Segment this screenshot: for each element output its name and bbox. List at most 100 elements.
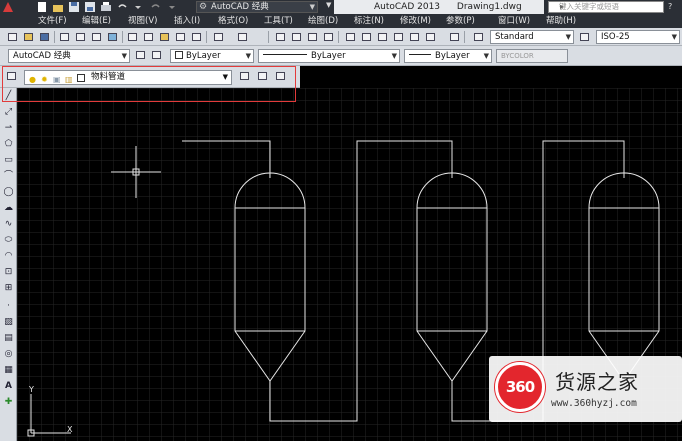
chevron-down-icon: ▼ xyxy=(309,3,315,11)
polyline-icon[interactable]: ⇀ xyxy=(2,122,15,134)
polygon-icon[interactable]: ⬠ xyxy=(2,138,15,150)
plot-preview-icon[interactable] xyxy=(74,31,87,43)
workspace-settings-icon[interactable] xyxy=(134,49,147,61)
publish-icon[interactable] xyxy=(90,31,103,43)
point-icon[interactable]: · xyxy=(2,300,15,312)
zoom-realtime-icon[interactable] xyxy=(290,31,303,43)
menu-draw[interactable]: 绘图(D) xyxy=(308,14,338,28)
paste-icon[interactable] xyxy=(158,31,171,43)
save-icon[interactable] xyxy=(68,1,80,13)
color-select[interactable]: ByLayer ▼ xyxy=(170,49,254,63)
gradient-icon[interactable]: ▤ xyxy=(2,332,15,344)
menu-dimension[interactable]: 标注(N) xyxy=(354,14,384,28)
dimension-style-icon[interactable] xyxy=(578,31,591,43)
undo-dropdown-icon[interactable] xyxy=(132,1,144,13)
save-as-icon[interactable] xyxy=(84,1,96,13)
window-title: AutoCAD 2013 Drawing1.dwg xyxy=(334,0,544,14)
help-icon[interactable]: ? xyxy=(668,2,678,12)
menu-insert[interactable]: 插入(I) xyxy=(174,14,200,28)
toolbar-separator xyxy=(464,31,465,43)
copy-icon[interactable] xyxy=(142,31,155,43)
sheet-set-icon[interactable] xyxy=(392,31,405,43)
menu-modify[interactable]: 修改(M) xyxy=(400,14,431,28)
chevron-down-icon: ▼ xyxy=(245,52,251,60)
ucs-x-label: X xyxy=(67,425,73,434)
properties-icon[interactable] xyxy=(344,31,357,43)
ellipse-arc-icon[interactable]: ◠ xyxy=(2,250,15,262)
undo-icon[interactable] xyxy=(212,31,225,43)
arc-icon[interactable]: ⌒ xyxy=(2,170,15,182)
toolbar-separator xyxy=(206,31,207,43)
workspace-select[interactable]: AutoCAD 经典 ▼ xyxy=(8,49,130,63)
workspace-label: AutoCAD 经典 xyxy=(211,2,269,12)
gear-icon: ⚙ xyxy=(199,2,208,12)
quick-calc-icon[interactable] xyxy=(424,31,437,43)
revcloud-icon[interactable]: ☁ xyxy=(2,202,15,214)
help-icon[interactable] xyxy=(448,31,461,43)
dimension-style-select[interactable]: ISO-25 ▼ xyxy=(596,30,680,44)
insert-block-icon[interactable]: ⊡ xyxy=(2,266,15,278)
spline-icon[interactable]: ∿ xyxy=(2,218,15,230)
3d-dwf-icon[interactable] xyxy=(106,31,119,43)
markup-icon[interactable] xyxy=(408,31,421,43)
menu-help[interactable]: 帮助(H) xyxy=(546,14,576,28)
table-icon[interactable]: ▦ xyxy=(2,364,15,376)
search-input[interactable]: ▸ 键入关键字或短语 xyxy=(548,1,664,13)
menu-view[interactable]: 视图(V) xyxy=(128,14,157,28)
hatch-icon[interactable]: ▨ xyxy=(2,316,15,328)
cut-icon[interactable] xyxy=(126,31,139,43)
menu-window[interactable]: 窗口(W) xyxy=(498,14,530,28)
rectangle-icon[interactable]: ▭ xyxy=(2,154,15,166)
annotation-highlight-box xyxy=(2,66,296,102)
lineweight-select[interactable]: ByLayer ▼ xyxy=(404,49,492,63)
toolbar-separator xyxy=(268,31,269,43)
design-center-icon[interactable] xyxy=(360,31,373,43)
region-icon[interactable]: ◎ xyxy=(2,348,15,360)
multiline-text-icon[interactable]: A xyxy=(2,380,15,392)
new-icon[interactable] xyxy=(6,31,19,43)
plot-icon[interactable] xyxy=(100,1,112,13)
save-icon[interactable] xyxy=(38,31,51,43)
undo-icon[interactable] xyxy=(116,1,128,13)
match-properties-icon[interactable] xyxy=(174,31,187,43)
menu-format[interactable]: 格式(O) xyxy=(218,14,248,28)
block-editor-icon[interactable] xyxy=(190,31,203,43)
redo-dropdown-icon[interactable] xyxy=(166,1,178,13)
zoom-window-icon[interactable] xyxy=(306,31,319,43)
redo-icon[interactable] xyxy=(150,1,162,13)
linetype-preview xyxy=(263,54,307,55)
quick-access-customize-icon[interactable]: ▼ xyxy=(326,1,331,9)
text-style-select[interactable]: Standard ▼ xyxy=(490,30,574,44)
open-icon[interactable] xyxy=(52,1,64,13)
brand-logo-text: 360 xyxy=(505,378,535,396)
app-name: AutoCAD 2013 xyxy=(374,2,441,12)
menu-parametric[interactable]: 参数(P) xyxy=(446,14,475,28)
pan-icon[interactable] xyxy=(274,31,287,43)
plot-icon[interactable] xyxy=(58,31,71,43)
menu-tools[interactable]: 工具(T) xyxy=(264,14,293,28)
chevron-down-icon: ▼ xyxy=(565,33,571,41)
toolbar-separator xyxy=(122,31,123,43)
redo-icon[interactable] xyxy=(236,31,249,43)
zoom-previous-icon[interactable] xyxy=(322,31,335,43)
new-icon[interactable] xyxy=(36,1,48,13)
open-icon[interactable] xyxy=(22,31,35,43)
construction-line-icon[interactable]: ⤢ xyxy=(2,106,15,118)
lineweight-value: ByLayer xyxy=(435,51,470,61)
brand-url: www.360hyzj.com xyxy=(551,398,637,409)
make-block-icon[interactable]: ⊞ xyxy=(2,282,15,294)
plot-style-select: BYCOLOR xyxy=(496,49,568,63)
menu-edit[interactable]: 编辑(E) xyxy=(82,14,111,28)
menu-file[interactable]: 文件(F) xyxy=(38,14,67,28)
circle-icon[interactable]: ◯ xyxy=(2,186,15,198)
color-swatch xyxy=(175,51,183,59)
add-selected-icon[interactable]: ✚ xyxy=(2,396,15,408)
text-style-icon[interactable] xyxy=(472,31,485,43)
lineweight-preview xyxy=(409,54,431,55)
linetype-select[interactable]: ByLayer ▼ xyxy=(258,49,400,63)
app-menu-icon[interactable] xyxy=(2,1,14,13)
workspace-save-icon[interactable] xyxy=(150,49,163,61)
tool-palettes-icon[interactable] xyxy=(376,31,389,43)
workspace-switcher[interactable]: ⚙ AutoCAD 经典 ▼ xyxy=(196,1,318,13)
ellipse-icon[interactable]: ⬭ xyxy=(2,234,15,246)
